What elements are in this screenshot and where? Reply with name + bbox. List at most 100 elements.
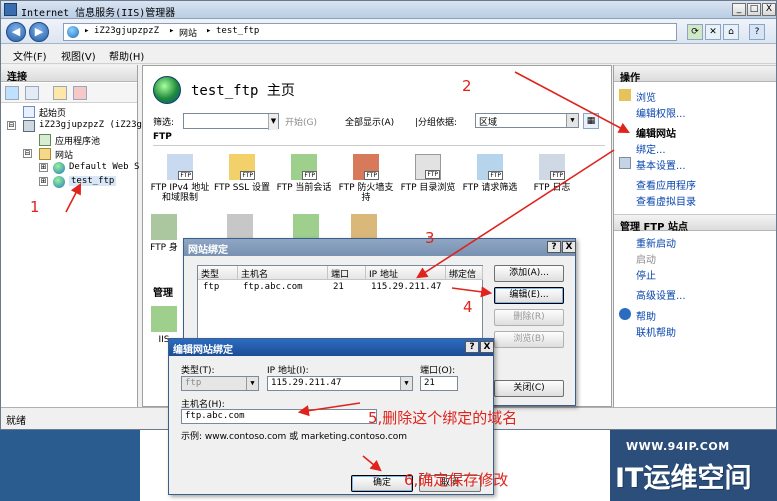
action-help[interactable]: 帮助 [636, 308, 656, 323]
auth-icon [151, 214, 177, 240]
status-text: 就绪 [6, 416, 26, 427]
column-ip[interactable]: IP 地址 [366, 266, 446, 280]
menu-file[interactable]: 文件(F) [13, 48, 47, 63]
feature-ftp-ipv4[interactable]: FTP FTP IPv4 地址和域限制 [149, 154, 211, 203]
action-view-applications[interactable]: 查看应用程序 [636, 177, 696, 192]
action-basic-settings[interactable]: 基本设置... [636, 157, 686, 172]
sites-folder-icon [39, 148, 51, 160]
action-edit-permissions[interactable]: 编辑权限... [636, 105, 686, 120]
tree-server[interactable]: iZ23gjupzpzZ (iZ23gj [39, 120, 147, 130]
action-bindings[interactable]: 绑定... [636, 141, 666, 156]
annotation-6: 6,确定保存修改 [404, 471, 509, 489]
column-port[interactable]: 端口 [328, 266, 366, 280]
home-icon[interactable]: ⌂ [723, 24, 739, 40]
ipv4-restrict-icon: FTP [167, 154, 193, 180]
feature-ftp-directory-browse[interactable]: FTP FTP 目录浏览 [397, 154, 459, 193]
action-start: 启动 [636, 255, 656, 266]
column-host[interactable]: 主机名 [238, 266, 328, 280]
users-icon [293, 214, 319, 240]
breadcrumb[interactable]: ▸ iZ23gjupzpzZ ▸ 网站 ▸ test_ftp [63, 23, 677, 41]
dialog-close-button[interactable]: X [480, 341, 494, 353]
forward-button[interactable]: ▶ [29, 22, 49, 42]
feature-ftp-firewall[interactable]: FTP FTP 防火墙支持 [335, 154, 397, 203]
column-binding-info[interactable]: 绑定信 [446, 266, 483, 280]
ip-label: IP 地址(I): [267, 366, 309, 376]
breadcrumb-server[interactable]: iZ23gjupzpzZ [94, 26, 159, 36]
port-label: 端口(O): [420, 366, 456, 376]
cell-port: 21 [333, 282, 344, 292]
expand-icon[interactable]: ⊞ [39, 163, 48, 172]
breadcrumb-site[interactable]: test_ftp [216, 26, 259, 36]
collapse-icon[interactable]: ⊟ [23, 149, 32, 158]
expand-icon[interactable]: ⊞ [39, 177, 48, 186]
dialog-close-button[interactable]: X [562, 241, 576, 253]
action-advanced-settings[interactable]: 高级设置... [636, 287, 686, 302]
save-icon[interactable] [25, 86, 39, 100]
close-button[interactable]: X [762, 3, 776, 16]
help-icon[interactable]: ? [749, 24, 765, 40]
edit-binding-button[interactable]: 编辑(E)... [494, 287, 564, 304]
dialog-help-button[interactable]: ? [547, 241, 561, 253]
action-edit-site-header: 编辑网站 [636, 129, 676, 140]
back-button[interactable]: ◀ [6, 22, 26, 42]
action-stop[interactable]: 停止 [636, 267, 656, 282]
filter-input[interactable]: ▼ [183, 113, 279, 130]
connect-icon[interactable] [5, 86, 19, 100]
connections-pane: 连接 起始页 ⊟ iZ23gjupzpzZ (iZ23gj 应用程序池 ⊟ 网站… [1, 65, 147, 407]
log-icon: FTP [539, 154, 565, 180]
page-title: test_ftp 主页 [191, 83, 295, 99]
view-mode-icon[interactable]: ▦ [583, 113, 599, 129]
feature-ftp-auth-partial[interactable]: FTP 身 [149, 214, 179, 253]
tree-app-pools[interactable]: 应用程序池 [55, 134, 100, 147]
tree-default-web-site[interactable]: Default Web S [69, 162, 139, 172]
close-dialog-button[interactable]: 关闭(C) [494, 380, 564, 397]
iis-mgmt-icon [151, 306, 177, 332]
action-restart[interactable]: 重新启动 [636, 235, 676, 250]
add-binding-button[interactable]: 添加(A)... [494, 265, 564, 282]
dialog-help-button[interactable]: ? [465, 341, 479, 353]
group-by-select[interactable]: 区域 ▼ [475, 113, 579, 128]
maximize-button[interactable]: □ [747, 3, 761, 16]
breadcrumb-sites[interactable]: 网站 [179, 26, 197, 39]
column-type[interactable]: 类型 [198, 266, 238, 280]
globe-icon [53, 162, 65, 174]
manage-ftp-header: 管理 FTP 站点 [614, 214, 776, 233]
menu-help[interactable]: 帮助(H) [109, 48, 144, 63]
refresh-icon[interactable]: ⟳ [687, 24, 703, 40]
browse-binding-button: 浏览(B) [494, 331, 564, 348]
delete-connection-icon[interactable] [73, 86, 87, 100]
group-by-label: |分组依据: [415, 118, 458, 128]
feature-ftp-log[interactable]: FTP FTP 日志 [521, 154, 583, 193]
ssl-lock-icon: FTP [229, 154, 255, 180]
action-browse[interactable]: 浏览 [636, 89, 656, 104]
tree-sites[interactable]: 网站 [55, 148, 73, 161]
cell-ip: 115.29.211.47 [371, 282, 442, 292]
up-folder-icon[interactable] [53, 86, 67, 100]
show-all-button[interactable]: 全部显示(A) [345, 115, 394, 128]
port-input[interactable]: 21 [420, 376, 458, 391]
directory-browse-icon: FTP [415, 154, 441, 180]
host-example: 示例: www.contoso.com 或 marketing.contoso.… [181, 432, 408, 442]
start-filter-button[interactable]: 开始(G) [285, 115, 317, 128]
chevron-down-icon[interactable]: ▼ [268, 114, 278, 130]
tree-test-ftp[interactable]: test_ftp [69, 176, 117, 186]
feature-ftp-ssl[interactable]: FTP FTP SSL 设置 [211, 154, 273, 193]
tree-start-page[interactable]: 起始页 [39, 106, 66, 119]
collapse-icon[interactable]: ⊟ [7, 121, 16, 130]
host-input[interactable]: ftp.abc.com [181, 409, 377, 424]
feature-ftp-request-filter[interactable]: FTP FTP 请求筛选 [459, 154, 521, 193]
minimize-button[interactable]: _ [732, 3, 746, 16]
chevron-down-icon: ▼ [246, 377, 258, 390]
section-ftp-header: FTP [153, 132, 605, 146]
server-icon [23, 120, 35, 132]
menu-view[interactable]: 视图(V) [61, 48, 96, 63]
ip-select[interactable]: 115.29.211.47 ▼ [267, 376, 413, 391]
action-online-help[interactable]: 联机帮助 [636, 324, 676, 339]
breadcrumb-separator: ▸ [169, 26, 175, 36]
chevron-down-icon: ▼ [400, 377, 412, 390]
remove-binding-button: 删除(R) [494, 309, 564, 326]
annotation-3: 3 [425, 229, 435, 247]
stop-icon[interactable]: ✕ [705, 24, 721, 40]
feature-ftp-sessions[interactable]: FTP FTP 当前会话 [273, 154, 335, 193]
action-view-virtual-dirs[interactable]: 查看虚拟目录 [636, 193, 696, 208]
